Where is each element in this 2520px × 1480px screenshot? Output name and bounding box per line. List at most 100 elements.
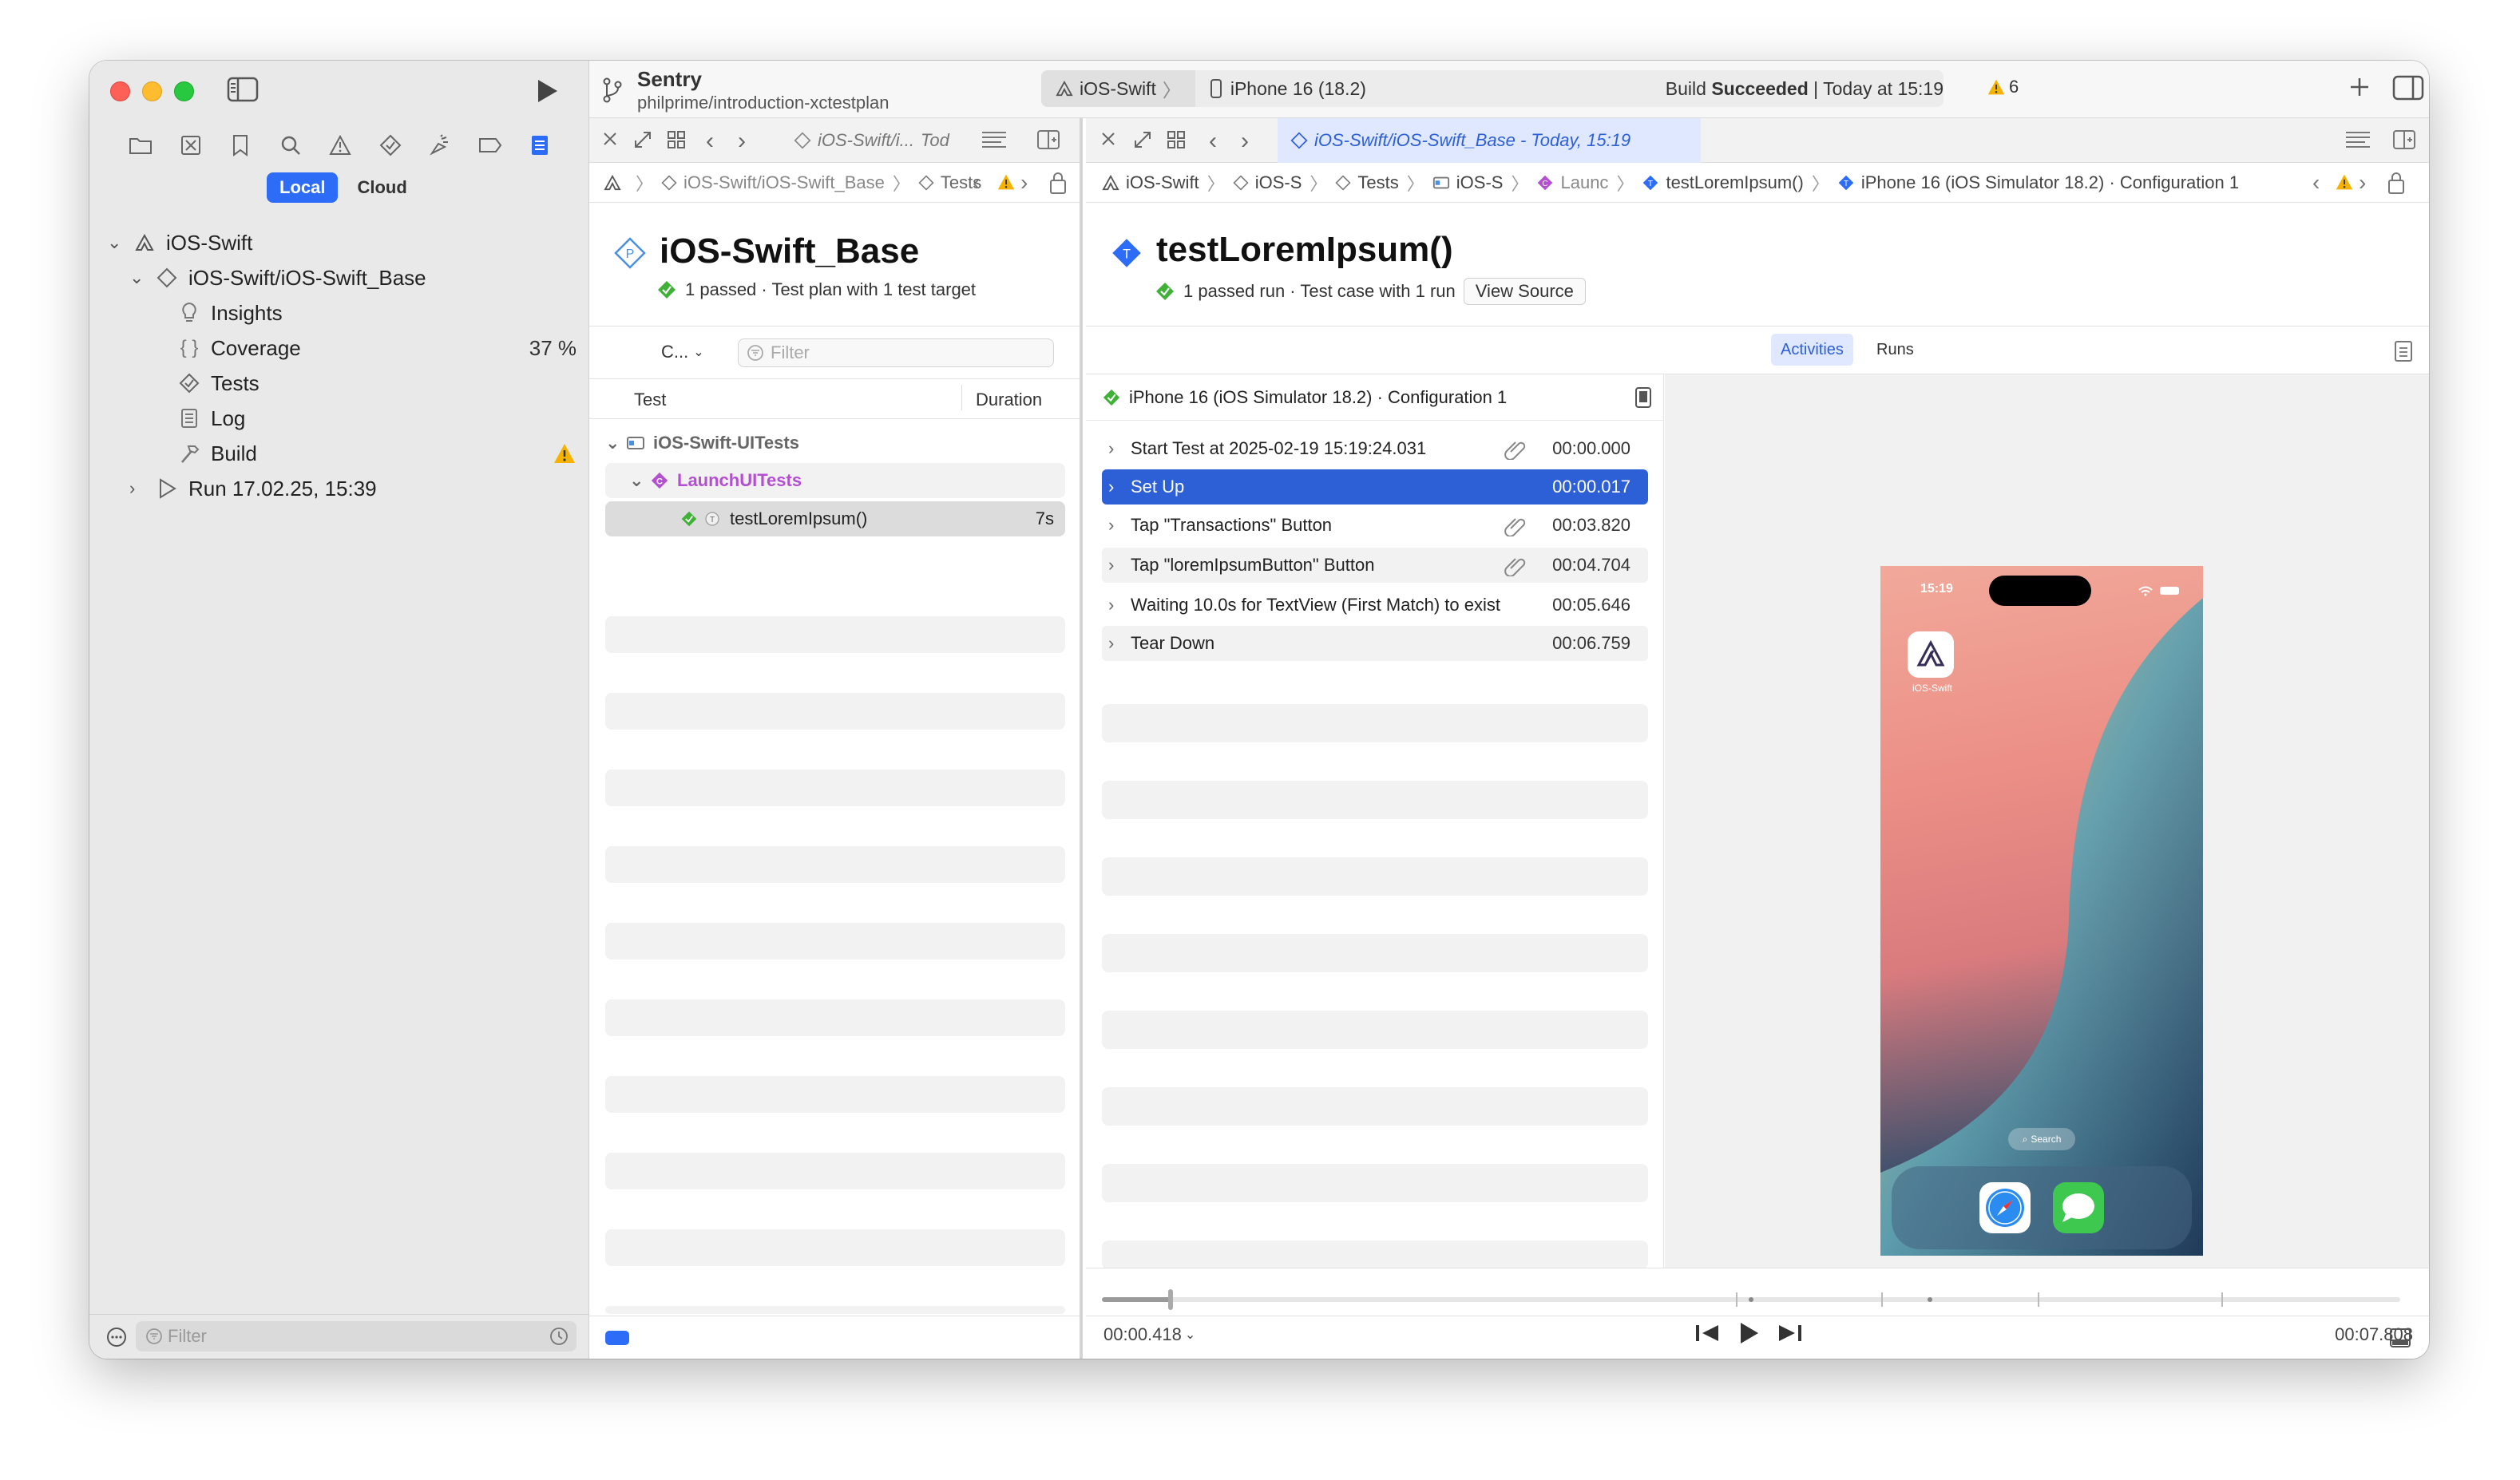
- warning-icon[interactable]: [997, 173, 1016, 191]
- back-arrow-icon[interactable]: ‹: [973, 170, 980, 196]
- tree-row-class[interactable]: ⌄ C LaunchUITests: [605, 463, 1065, 498]
- editor-lines-icon[interactable]: [2344, 129, 2371, 150]
- inspector-doc-icon[interactable]: [2394, 340, 2413, 362]
- simulator-screenshot[interactable]: 15:19 iOS-Swift ⌕ Search: [1880, 566, 2203, 1256]
- tab-test-plan[interactable]: iOS-Swift/i... Tod: [781, 118, 968, 163]
- timeline-marker[interactable]: [2221, 1292, 2223, 1307]
- expand-icon[interactable]: [632, 129, 653, 150]
- search-icon[interactable]: [275, 129, 307, 161]
- lock-icon[interactable]: [1049, 171, 1067, 195]
- add-icon[interactable]: [2348, 75, 2371, 99]
- chevron-right-icon[interactable]: ›: [1108, 515, 1131, 536]
- forward-arrow-icon[interactable]: ›: [1241, 128, 1249, 155]
- lock-icon[interactable]: [2387, 171, 2405, 195]
- tree-item-run[interactable]: › Run 17.02.25, 15:39: [129, 473, 377, 505]
- split-editor-icon[interactable]: [1036, 129, 1060, 150]
- jump-configuration[interactable]: iPhone 16 (iOS Simulator 18.2) · Configu…: [1861, 172, 2239, 193]
- close-window-button[interactable]: [110, 81, 130, 101]
- sidebar-toggle-icon[interactable]: [227, 77, 259, 102]
- test-diamond-icon[interactable]: [374, 129, 406, 161]
- branch-name[interactable]: philprime/introduction-xctestplan: [637, 93, 890, 113]
- messages-icon[interactable]: [2053, 1182, 2104, 1233]
- segment-local[interactable]: Local: [267, 172, 339, 203]
- forward-arrow-icon[interactable]: ›: [738, 128, 746, 155]
- sidebar-filter-input[interactable]: Filter: [136, 1321, 577, 1351]
- editor-lines-icon[interactable]: [981, 129, 1008, 150]
- tab-activities[interactable]: Activities: [1771, 334, 1853, 366]
- debug-spray-icon[interactable]: [424, 129, 456, 161]
- report-icon[interactable]: [524, 129, 556, 161]
- tab-test-report[interactable]: iOS-Swift/iOS-Swift_Base - Today, 15:19: [1278, 118, 1701, 163]
- debug-area-toggle-icon[interactable]: [2389, 1328, 2411, 1348]
- jump-plan[interactable]: iOS-Swift/iOS-Swift_Base: [683, 172, 885, 193]
- attachment-icon[interactable]: [1504, 554, 1528, 576]
- chevron-right-icon[interactable]: ›: [1108, 477, 1131, 497]
- bookmark-icon[interactable]: [224, 129, 256, 161]
- activity-row[interactable]: › Tear Down 00:06.759: [1102, 626, 1648, 661]
- timeline-dot[interactable]: [1928, 1297, 1932, 1302]
- back-arrow-icon[interactable]: ‹: [2312, 170, 2320, 196]
- jump-project[interactable]: iOS-Swift: [1126, 172, 1199, 193]
- warning-icon[interactable]: [2335, 173, 2354, 191]
- chevron-down-icon[interactable]: ⌄: [129, 267, 149, 288]
- view-source-button[interactable]: View Source: [1463, 278, 1586, 305]
- test-filter-input[interactable]: Filter: [738, 338, 1054, 367]
- warning-count-badge[interactable]: 6: [1987, 77, 2019, 97]
- tree-item-log[interactable]: Log: [177, 402, 245, 434]
- jump-target[interactable]: iOS-S: [1456, 172, 1504, 193]
- folder-icon[interactable]: [125, 129, 157, 161]
- run-button[interactable]: [532, 77, 561, 105]
- chevron-right-icon[interactable]: ›: [1108, 438, 1131, 459]
- status-indicator-icon[interactable]: [605, 1331, 629, 1345]
- activity-row[interactable]: › Tap "loremIpsumButton" Button 00:04.70…: [1102, 548, 1648, 583]
- minimize-window-button[interactable]: [142, 81, 162, 101]
- segment-cloud[interactable]: Cloud: [344, 172, 419, 203]
- tree-item-coverage[interactable]: { } Coverage 37 %: [177, 332, 577, 364]
- back-arrow-icon[interactable]: ‹: [1209, 128, 1217, 155]
- scheme-name[interactable]: Sentry: [637, 67, 702, 92]
- safari-icon[interactable]: [1979, 1182, 2031, 1233]
- inspector-toggle-icon[interactable]: [2392, 75, 2424, 101]
- sentry-app-icon[interactable]: [1908, 631, 1954, 678]
- activity-row[interactable]: › Waiting 10.0s for TextView (First Matc…: [1102, 588, 1648, 623]
- grid-icon[interactable]: [666, 129, 687, 150]
- issue-warning-icon[interactable]: [324, 129, 356, 161]
- more-options-icon[interactable]: [105, 1326, 128, 1348]
- tree-item-project[interactable]: ⌄ iOS-Swift: [107, 227, 252, 259]
- attachment-icon[interactable]: [1504, 514, 1528, 536]
- device-selector[interactable]: iPhone 16 (18.2): [1195, 78, 1366, 100]
- run-destination[interactable]: iOS-Swift 〉: [1041, 70, 1195, 107]
- tree-row-target[interactable]: ⌄ iOS-Swift-UITests: [605, 426, 1065, 460]
- timeline-track[interactable]: [1102, 1289, 2400, 1310]
- activity-row-selected[interactable]: › Set Up 00:00.017: [1102, 469, 1648, 505]
- activity-row[interactable]: › Tap "Transactions" Button 00:03.820: [1102, 508, 1648, 543]
- timeline-marker[interactable]: [1736, 1292, 1737, 1307]
- chevron-right-icon[interactable]: ›: [1108, 555, 1131, 576]
- tree-item-tests[interactable]: Tests: [177, 367, 260, 399]
- forward-arrow-icon[interactable]: ›: [2359, 170, 2366, 196]
- jump-class[interactable]: Launc: [1560, 172, 1608, 193]
- tree-item-build[interactable]: Build: [177, 437, 577, 469]
- split-editor-icon[interactable]: [2392, 129, 2416, 150]
- close-icon[interactable]: [1099, 129, 1118, 148]
- zoom-window-button[interactable]: [174, 81, 194, 101]
- chevron-right-icon[interactable]: ›: [129, 478, 149, 499]
- chevron-down-icon[interactable]: ⌄: [629, 470, 650, 491]
- back-arrow-icon[interactable]: ‹: [706, 128, 714, 155]
- tree-item-insights[interactable]: Insights: [177, 297, 283, 329]
- jump-tests[interactable]: Tests: [1357, 172, 1398, 193]
- tree-row-method[interactable]: T testLoremIpsum() 7s: [605, 501, 1065, 536]
- column-header-test[interactable]: Test: [634, 390, 666, 410]
- timeline-marker[interactable]: [1881, 1292, 1883, 1307]
- expand-icon[interactable]: [1132, 129, 1153, 150]
- timeline-dot[interactable]: [1749, 1297, 1753, 1302]
- tree-item-test-plan[interactable]: ⌄ iOS-Swift/iOS-Swift_Base: [129, 262, 426, 294]
- jump-plan[interactable]: iOS-S: [1255, 172, 1302, 193]
- timeline-playhead[interactable]: [1168, 1289, 1174, 1310]
- activity-row[interactable]: › Start Test at 2025-02-19 15:19:24.031 …: [1102, 431, 1648, 466]
- grid-icon[interactable]: [1166, 129, 1187, 150]
- spotlight-search-pill[interactable]: ⌕ Search: [2008, 1128, 2075, 1150]
- jump-method[interactable]: testLoremIpsum(): [1666, 172, 1803, 193]
- configuration-header[interactable]: iPhone 16 (iOS Simulator 18.2) · Configu…: [1102, 382, 1653, 414]
- chevron-right-icon[interactable]: ›: [1108, 595, 1131, 615]
